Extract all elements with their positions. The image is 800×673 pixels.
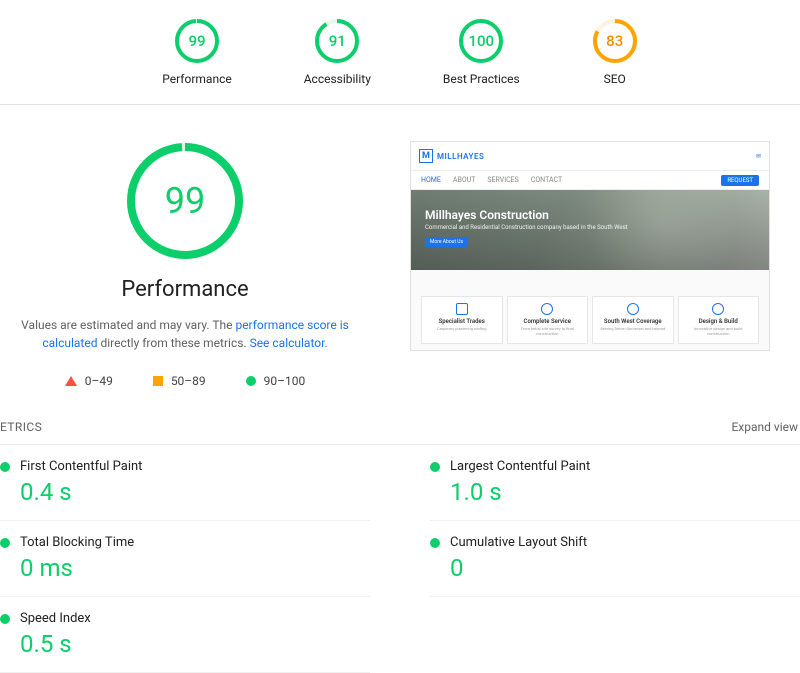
metric-tbt[interactable]: Total Blocking Time 0 ms: [0, 521, 370, 597]
performance-disclaimer: Values are estimated and may vary. The p…: [15, 316, 355, 352]
metric-cls[interactable]: Cumulative Layout Shift 0: [430, 521, 800, 597]
gauge-accessibility[interactable]: 91 Accessibility: [304, 18, 371, 86]
status-dot-icon: [0, 462, 10, 472]
performance-big-gauge: 99: [125, 141, 245, 261]
status-dot-icon: [0, 538, 10, 548]
gauge-best-practices[interactable]: 100 Best Practices: [443, 18, 520, 86]
performance-hero: 99 Performance Values are estimated and …: [0, 105, 800, 398]
status-dot-icon: [430, 462, 440, 472]
gauge-performance[interactable]: 99 Performance: [162, 18, 231, 86]
metric-speed-index[interactable]: Speed Index 0.5 s: [0, 597, 370, 673]
legend-average: 50–89: [153, 374, 206, 388]
gauge-seo[interactable]: 83 SEO: [592, 18, 638, 86]
expand-view-link[interactable]: Expand view: [731, 420, 798, 434]
legend-pass: 90–100: [246, 374, 306, 388]
legend-fail: 0–49: [65, 374, 113, 388]
metrics-heading: ETRICS: [0, 420, 42, 434]
score-legend: 0–49 50–89 90–100: [65, 374, 306, 388]
see-calculator-link[interactable]: See calculator.: [250, 336, 328, 350]
circle-icon: [246, 376, 256, 386]
category-gauges: 99 Performance 91 Accessibility 100 Best…: [0, 0, 800, 105]
status-dot-icon: [0, 614, 10, 624]
metric-fcp[interactable]: First Contentful Paint 0.4 s: [0, 445, 370, 521]
triangle-icon: [65, 376, 77, 386]
metrics-grid: First Contentful Paint 0.4 s Largest Con…: [0, 445, 800, 673]
square-icon: [153, 376, 163, 386]
page-screenshot: MMILLHAYES ✉ HOMEABOUTSERVICESCONTACT RE…: [410, 141, 770, 351]
status-dot-icon: [430, 538, 440, 548]
metric-lcp[interactable]: Largest Contentful Paint 1.0 s: [430, 445, 800, 521]
performance-title: Performance: [121, 277, 248, 302]
